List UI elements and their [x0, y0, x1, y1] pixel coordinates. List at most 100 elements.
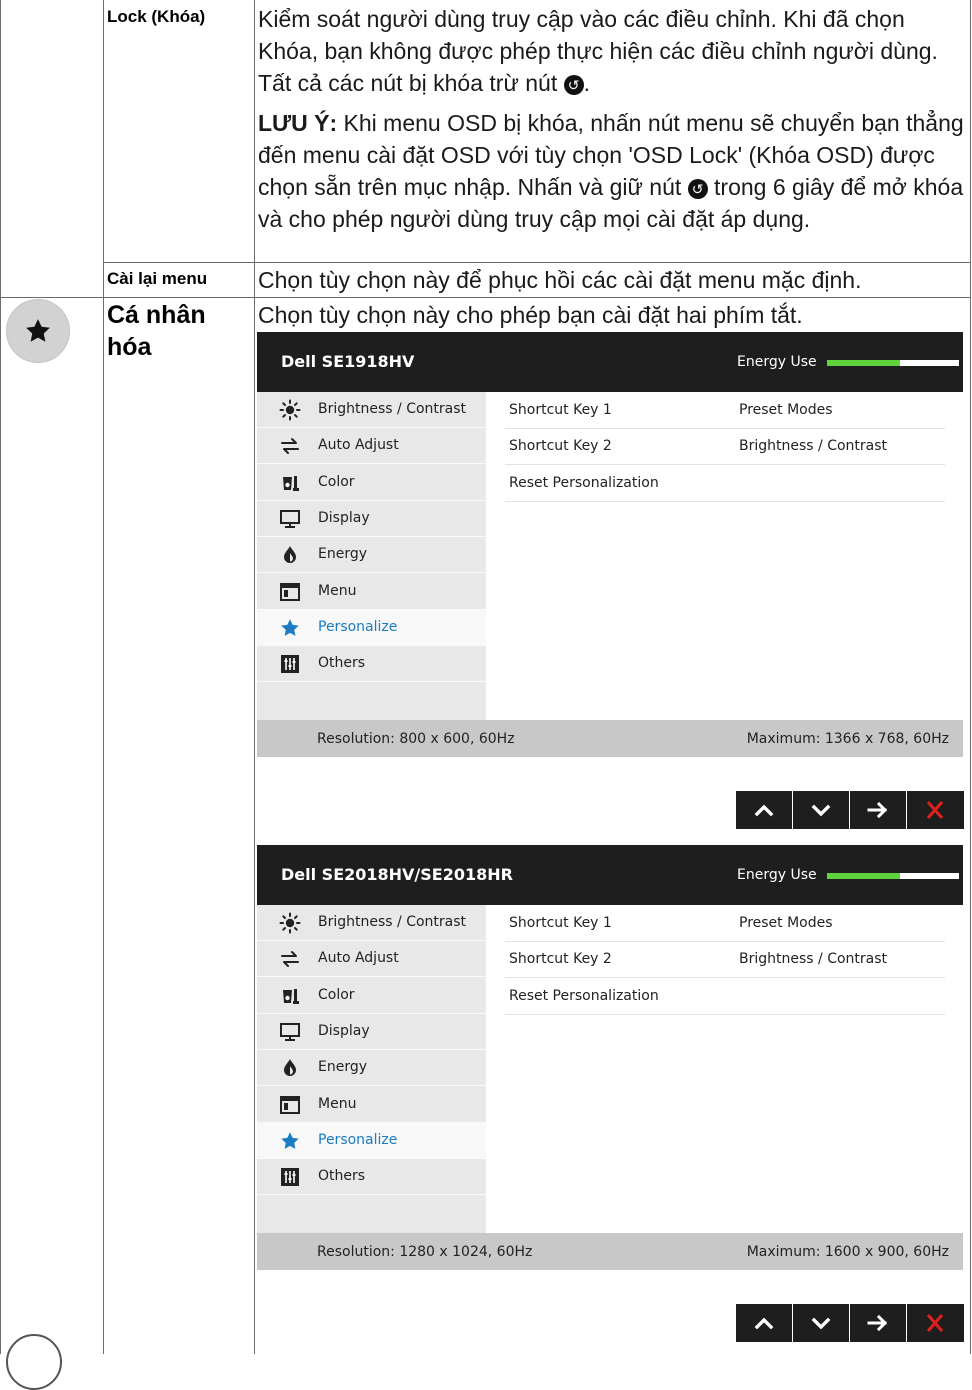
- osd-body: Brightness / Contrast Auto Adjust Color Dis…: [257, 905, 963, 1233]
- osd-header: Dell SE1918HV Energy Use: [257, 332, 963, 392]
- color-icon: [279, 985, 301, 1007]
- osd-panel-option: Reset Personalization: [509, 987, 659, 1004]
- energy-icon: [279, 1057, 301, 1079]
- nav-separator: [906, 791, 907, 829]
- note-label: LƯU Ý:: [258, 110, 338, 136]
- energy-meter: [827, 873, 959, 879]
- close-icon[interactable]: [907, 1304, 963, 1342]
- close-icon[interactable]: [907, 791, 963, 829]
- maximum-resolution-text: Maximum: 1366 x 768, 60Hz: [746, 731, 949, 747]
- osd-menu-item-energy[interactable]: Energy: [257, 1050, 486, 1087]
- osd-panel-row[interactable]: Reset Personalization: [505, 465, 945, 502]
- energy-use-label: Energy Use: [737, 354, 817, 370]
- back-icon: ↺: [563, 75, 584, 95]
- osd-menu-item-auto-adjust[interactable]: Auto Adjust: [257, 941, 486, 978]
- osd-menu-item-label: Personalize: [318, 1131, 398, 1148]
- osd-panel-row[interactable]: Shortcut Key 1 Preset Modes: [505, 392, 945, 429]
- osd-menu-item-display[interactable]: Display: [257, 1014, 486, 1050]
- osd-menu-item-menu[interactable]: Menu: [257, 1087, 486, 1123]
- right-arrow-icon[interactable]: [850, 1304, 906, 1342]
- energy-use-label: Energy Use: [737, 867, 817, 883]
- nav-separator: [792, 791, 793, 829]
- osd-menu-item-label: Auto Adjust: [318, 950, 399, 967]
- osd-footer: Resolution: 800 x 600, 60Hz Maximum: 1366…: [257, 720, 963, 757]
- osd-body: Brightness / Contrast Auto Adjust Color Dis…: [257, 392, 963, 720]
- osd-menu-item-label: Others: [318, 655, 366, 672]
- osd-menu-item-label: Display: [318, 509, 370, 526]
- osd-panel-value: Preset Modes: [739, 915, 833, 931]
- lock-label: Lock (Khóa): [107, 7, 206, 26]
- table-border-left: [0, 0, 1, 1354]
- osd-nav-buttons: [736, 1304, 964, 1342]
- display-icon: [279, 1021, 301, 1043]
- osd-menu-item-label: Energy: [318, 546, 368, 563]
- osd-panel-value: Preset Modes: [739, 402, 833, 418]
- osd-panel-option: Reset Personalization: [509, 474, 659, 491]
- energy-meter-fill: [827, 360, 900, 366]
- lock-note: LƯU Ý: Khi menu OSD bị khóa, nhấn nút me…: [258, 110, 964, 232]
- star-icon: [279, 1130, 301, 1152]
- osd-menu-item-label: Menu: [318, 1095, 357, 1112]
- table-col-divider-1: [103, 0, 104, 1354]
- osd-menu-item-energy[interactable]: Energy: [257, 537, 486, 574]
- osd-menu-item-others[interactable]: Others: [257, 1159, 486, 1196]
- osd-menu-list: Brightness / Contrast Auto Adjust Color Dis…: [257, 905, 486, 1233]
- osd-screenshot: Dell SE2018HV/SE2018HR Energy Use Brightne…: [257, 845, 964, 1355]
- osd-menu-item-others[interactable]: Others: [257, 646, 486, 683]
- osd-menu-item-personalize[interactable]: Personalize: [257, 609, 486, 646]
- osd-menu-item-brightness-contrast[interactable]: Brightness / Contrast: [257, 905, 486, 941]
- up-arrow-icon[interactable]: [736, 1304, 792, 1342]
- osd-panel-row[interactable]: Shortcut Key 2 Brightness / Contrast: [505, 941, 945, 979]
- others-icon: [279, 1166, 301, 1188]
- osd-menu-item-brightness-contrast[interactable]: Brightness / Contrast: [257, 392, 486, 428]
- lock-description: Kiểm soát người dùng truy cập vào các đi…: [258, 6, 938, 96]
- nav-separator: [906, 1304, 907, 1342]
- osd-panel-row[interactable]: Shortcut Key 2 Brightness / Contrast: [505, 428, 945, 466]
- osd-menu-item-label: Personalize: [318, 618, 398, 635]
- osd-menu-item-auto-adjust[interactable]: Auto Adjust: [257, 428, 486, 465]
- osd-menu-item-personalize[interactable]: Personalize: [257, 1122, 486, 1159]
- energy-meter: [827, 360, 959, 366]
- osd-panel-row[interactable]: Shortcut Key 1 Preset Modes: [505, 905, 945, 942]
- osd-panel-row[interactable]: Reset Personalization: [505, 978, 945, 1015]
- osd-menu-item-menu[interactable]: Menu: [257, 574, 486, 610]
- osd-menu-item-label: Display: [318, 1022, 370, 1039]
- lock-description-text: Kiểm soát người dùng truy cập vào các đi…: [258, 6, 938, 96]
- osd-panel-option: Shortcut Key 1: [509, 402, 612, 418]
- nav-separator: [849, 1304, 850, 1342]
- osd-menu-item-color[interactable]: Color: [257, 978, 486, 1014]
- osd-panel-option: Shortcut Key 2: [509, 438, 612, 455]
- down-arrow-icon[interactable]: [793, 1304, 849, 1342]
- right-arrow-icon[interactable]: [850, 791, 906, 829]
- personalize-star-icon: [6, 299, 70, 363]
- osd-menu-item-display[interactable]: Display: [257, 501, 486, 537]
- osd-panel-value: Brightness / Contrast: [739, 438, 888, 455]
- maximum-resolution-text: Maximum: 1600 x 900, 60Hz: [746, 1244, 949, 1260]
- brightness-icon: [279, 912, 301, 934]
- osd-menu-item-label: Others: [318, 1168, 366, 1185]
- menu-icon: [279, 1094, 301, 1116]
- up-arrow-icon[interactable]: [736, 791, 792, 829]
- table-col-divider-2: [254, 0, 255, 1354]
- osd-menu-item-color[interactable]: Color: [257, 465, 486, 501]
- osd-menu-item-label: Menu: [318, 582, 357, 599]
- osd-screenshot: Dell SE1918HV Energy Use Brightness / Cont…: [257, 332, 964, 842]
- row-divider-1: [103, 262, 971, 263]
- nav-separator: [849, 791, 850, 829]
- osd-panel-option: Shortcut Key 1: [509, 915, 612, 931]
- osd-panel-option: Shortcut Key 2: [509, 951, 612, 968]
- back-icon: ↺: [687, 179, 708, 199]
- bottom-icon: [6, 1334, 62, 1390]
- energy-icon: [279, 544, 301, 566]
- personalize-description: Chọn tùy chọn này cho phép bạn cài đặt h…: [258, 302, 803, 328]
- nav-separator: [792, 1304, 793, 1342]
- osd-footer: Resolution: 1280 x 1024, 60Hz Maximum: 16…: [257, 1233, 963, 1270]
- table-border-right: [970, 0, 971, 1354]
- osd-menu-item-label: Color: [318, 986, 355, 1003]
- osd-menu-item-label: Energy: [318, 1059, 368, 1076]
- osd-menu-list: Brightness / Contrast Auto Adjust Color Dis…: [257, 392, 486, 720]
- reset-menu-description: Chọn tùy chọn này để phục hồi các cài đặ…: [258, 267, 862, 293]
- osd-menu-item-label: Auto Adjust: [318, 437, 399, 454]
- down-arrow-icon[interactable]: [793, 791, 849, 829]
- osd-model-title: Dell SE1918HV: [281, 352, 415, 371]
